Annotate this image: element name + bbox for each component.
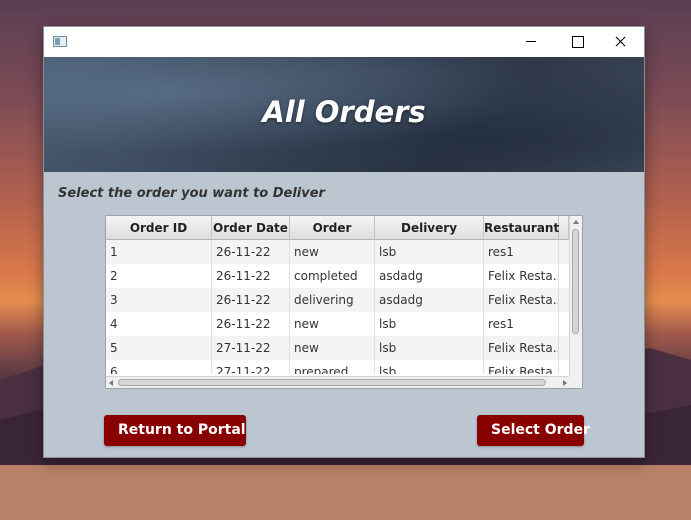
cell-order-status: new (290, 240, 375, 264)
orders-window: All Orders Select the order you want to … (44, 27, 644, 457)
column-header-order-status[interactable]: Order Status (290, 216, 375, 259)
close-icon[interactable] (598, 27, 644, 57)
cell-order-date: 26-11-22 (212, 312, 290, 336)
select-order-button[interactable]: Select Order (477, 415, 590, 446)
app-window-icon (53, 36, 67, 47)
cell-order-id: 4 (106, 312, 212, 336)
cell-restaurant: Felix Resta... (484, 264, 559, 288)
page-title: All Orders (262, 95, 426, 129)
cell-order-status: new (290, 312, 375, 336)
cell-delivery-address: lsb (375, 312, 484, 336)
horizontal-scrollbar[interactable] (106, 376, 582, 388)
maximize-icon[interactable] (554, 27, 600, 57)
scrollbar-corner (569, 376, 582, 388)
table-body: 1 26-11-22 new lsb res1 2 26-11-22 compl… (106, 240, 569, 374)
cell-order-date: 26-11-22 (212, 240, 290, 264)
title-bar[interactable] (44, 27, 644, 57)
cell-order-id: 5 (106, 336, 212, 360)
table-header: Order ID Order Date Order Status Deliver… (106, 216, 582, 259)
cell-order-date: 26-11-22 (212, 264, 290, 288)
orders-table: Order ID Order Date Order Status Deliver… (105, 215, 583, 389)
cell-delivery-address: lsb (375, 360, 484, 374)
cell-order-id: 1 (106, 240, 212, 264)
cell-order-date: 26-11-22 (212, 288, 290, 312)
cell-order-date: 27-11-22 (212, 336, 290, 360)
cell-order-status: completed (290, 264, 375, 288)
column-header-restaurant[interactable]: Restaurant (484, 216, 559, 240)
header-banner: All Orders (44, 57, 644, 172)
cell-restaurant: res1 (484, 240, 559, 264)
vertical-scroll-thumb[interactable] (572, 229, 579, 334)
cell-order-date: 27-11-22 (212, 360, 290, 374)
cell-restaurant: res1 (484, 312, 559, 336)
cell-restaurant: Felix Resta... (484, 336, 559, 360)
scroll-left-arrow-icon[interactable] (109, 380, 113, 386)
instruction-text: Select the order you want to Deliver (58, 186, 325, 201)
cell-order-id: 2 (106, 264, 212, 288)
column-header-order-date[interactable]: Order Date (212, 216, 290, 240)
vertical-scrollbar[interactable] (569, 216, 582, 376)
cell-delivery-address: asdadg (375, 264, 484, 288)
cell-order-id: 3 (106, 288, 212, 312)
scroll-right-arrow-icon[interactable] (563, 380, 567, 386)
cell-delivery-address: lsb (375, 240, 484, 264)
cell-delivery-address: asdadg (375, 288, 484, 312)
table-row[interactable]: 6 27-11-22 prepared lsb Felix Resta... (106, 360, 569, 374)
table-row[interactable]: 1 26-11-22 new lsb res1 (106, 240, 569, 264)
column-header-delivery-address[interactable]: Delivery Address (375, 216, 484, 259)
minimize-icon[interactable] (508, 27, 554, 57)
column-header-filler (559, 216, 569, 240)
return-to-portal-button[interactable]: Return to Portal (104, 415, 246, 446)
scroll-up-arrow-icon[interactable] (573, 220, 579, 224)
column-header-order-id[interactable]: Order ID (106, 216, 212, 240)
table-row[interactable]: 2 26-11-22 completed asdadg Felix Resta.… (106, 264, 569, 288)
table-row[interactable]: 4 26-11-22 new lsb res1 (106, 312, 569, 336)
cell-order-status: prepared (290, 360, 375, 374)
cell-order-id: 6 (106, 360, 212, 374)
cell-restaurant: Felix Resta... (484, 360, 559, 374)
table-row[interactable]: 5 27-11-22 new lsb Felix Resta... (106, 336, 569, 360)
table-row[interactable]: 3 26-11-22 delivering asdadg Felix Resta… (106, 288, 569, 312)
cell-restaurant: Felix Resta... (484, 288, 559, 312)
cell-delivery-address: lsb (375, 336, 484, 360)
cell-order-status: new (290, 336, 375, 360)
cell-order-status: delivering (290, 288, 375, 312)
horizontal-scroll-thumb[interactable] (118, 379, 546, 386)
